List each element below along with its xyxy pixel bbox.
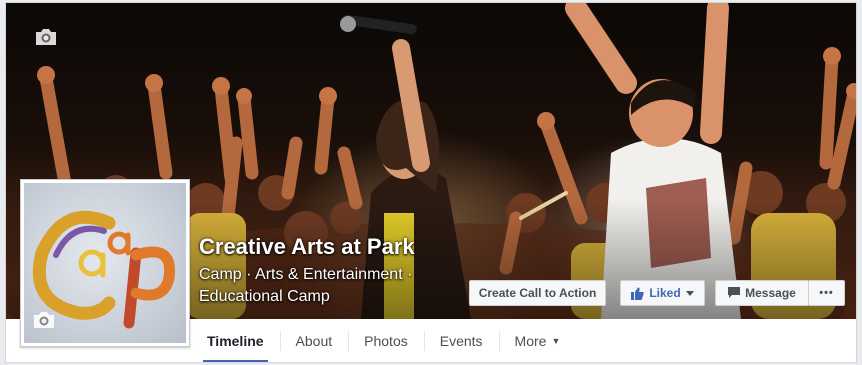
profile-logo xyxy=(24,183,186,343)
tab-events[interactable]: Events xyxy=(423,319,499,362)
tab-about-label: About xyxy=(295,333,333,349)
tab-photos[interactable]: Photos xyxy=(348,319,424,362)
tab-photos-label: Photos xyxy=(364,333,408,349)
message-button[interactable]: Message xyxy=(715,280,809,306)
tab-more[interactable]: More ▼ xyxy=(498,319,577,362)
create-call-to-action-label: Create Call to Action xyxy=(478,286,597,300)
more-options-label: ••• xyxy=(819,287,834,299)
tab-more-label: More xyxy=(514,333,547,349)
create-call-to-action-button[interactable]: Create Call to Action xyxy=(469,280,606,306)
camera-icon[interactable] xyxy=(32,311,56,329)
page-title[interactable]: Creative Arts at Park xyxy=(199,234,415,260)
page-category: Camp · Arts & Entertainment · Educationa… xyxy=(199,266,413,305)
message-label: Message xyxy=(745,286,796,300)
page-tabs: Timeline About Photos Events More ▼ xyxy=(191,319,856,362)
camera-icon[interactable] xyxy=(34,28,58,46)
caret-down-icon xyxy=(685,290,694,296)
tab-events-label: Events xyxy=(439,333,483,349)
tab-about[interactable]: About xyxy=(279,319,349,362)
caret-down-icon: ▼ xyxy=(551,336,561,346)
profile-picture[interactable] xyxy=(20,179,190,347)
page-header: Creative Arts at Park Camp · Arts & Ente… xyxy=(5,2,857,363)
tab-timeline[interactable]: Timeline xyxy=(191,319,280,362)
liked-label: Liked xyxy=(649,286,681,300)
tab-timeline-label: Timeline xyxy=(207,333,264,349)
message-icon xyxy=(728,287,741,298)
thumbs-up-icon xyxy=(631,287,644,300)
more-options-button[interactable]: ••• xyxy=(808,280,845,306)
liked-button[interactable]: Liked xyxy=(620,280,705,306)
